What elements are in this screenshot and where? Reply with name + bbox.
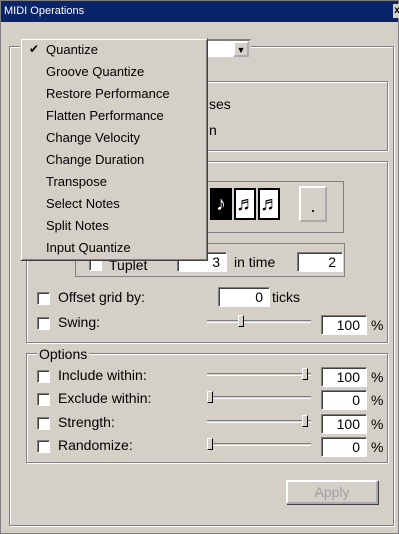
exclude-within-unit: % xyxy=(371,392,384,408)
offset-grid-field[interactable]: 0 xyxy=(218,287,270,307)
title-bar: MIDI Operations x xyxy=(1,1,399,22)
window-title: MIDI Operations xyxy=(4,5,85,17)
scope-option-1-text: ses xyxy=(209,96,231,112)
swing-field[interactable]: 100 xyxy=(321,315,367,335)
menu-item-label: Input Quantize xyxy=(46,240,131,255)
slider-thumb[interactable] xyxy=(238,315,244,327)
randomize-label: Randomize: xyxy=(58,437,133,453)
swing-label: Swing: xyxy=(58,314,101,330)
operation-dropdown-menu: ✔ Quantize Groove Quantize Restore Perfo… xyxy=(20,38,208,261)
slider-track xyxy=(207,320,311,323)
menu-item-groove-quantize[interactable]: Groove Quantize xyxy=(21,61,207,82)
randomize-slider[interactable] xyxy=(207,437,311,453)
randomize-field[interactable]: 0 xyxy=(321,437,367,457)
offset-grid-checkbox[interactable] xyxy=(37,292,50,305)
options-group-title: Options xyxy=(37,346,90,362)
strength-unit: % xyxy=(371,416,384,432)
menu-item-label: Flatten Performance xyxy=(46,108,164,123)
randomize-checkbox[interactable] xyxy=(37,440,50,453)
midi-operations-window: MIDI Operations x ▼ ses n ♪ ♬ ♬ . Tuplet… xyxy=(0,0,399,534)
sixteenth-note-button[interactable]: ♬ xyxy=(234,188,256,220)
dotted-note-button[interactable]: . xyxy=(299,186,327,222)
menu-item-change-velocity[interactable]: Change Velocity xyxy=(21,127,207,148)
slider-track xyxy=(207,443,311,446)
strength-slider[interactable] xyxy=(207,414,311,430)
menu-item-restore-performance[interactable]: Restore Performance xyxy=(21,83,207,104)
exclude-within-field[interactable]: 0 xyxy=(321,390,367,410)
swing-unit-label: % xyxy=(371,317,384,333)
slider-thumb[interactable] xyxy=(207,438,213,450)
menu-item-input-quantize[interactable]: Input Quantize xyxy=(21,237,207,258)
close-button[interactable]: x xyxy=(393,4,399,18)
include-within-field[interactable]: 100 xyxy=(321,367,367,387)
operation-dropdown[interactable]: ▼ xyxy=(207,39,251,59)
menu-item-quantize[interactable]: ✔ Quantize xyxy=(21,39,207,60)
thirtysecond-note-button[interactable]: ♬ xyxy=(258,188,280,220)
exclude-within-slider[interactable] xyxy=(207,390,311,406)
offset-grid-label: Offset grid by: xyxy=(58,289,145,305)
include-within-slider[interactable] xyxy=(207,367,311,383)
scope-option-2-text: n xyxy=(209,122,217,138)
include-within-label: Include within: xyxy=(58,367,147,383)
slider-thumb[interactable] xyxy=(207,391,213,403)
swing-checkbox[interactable] xyxy=(37,317,50,330)
slider-track xyxy=(207,373,311,376)
eighth-note-button[interactable]: ♪ xyxy=(210,188,232,220)
menu-item-label: Groove Quantize xyxy=(46,64,145,79)
strength-field[interactable]: 100 xyxy=(321,414,367,434)
menu-item-flatten-performance[interactable]: Flatten Performance xyxy=(21,105,207,126)
menu-item-label: Split Notes xyxy=(46,218,109,233)
offset-unit-label: ticks xyxy=(272,289,300,305)
slider-thumb[interactable] xyxy=(302,415,308,427)
menu-item-split-notes[interactable]: Split Notes xyxy=(21,215,207,236)
exclude-within-label: Exclude within: xyxy=(58,390,152,406)
menu-item-select-notes[interactable]: Select Notes xyxy=(21,193,207,214)
menu-item-label: Transpose xyxy=(46,174,107,189)
checkmark-icon: ✔ xyxy=(29,42,40,56)
include-within-unit: % xyxy=(371,369,384,385)
menu-item-label: Change Velocity xyxy=(46,130,140,145)
chevron-down-icon[interactable]: ▼ xyxy=(233,41,249,57)
strength-checkbox[interactable] xyxy=(37,417,50,430)
slider-thumb[interactable] xyxy=(302,368,308,380)
slider-track xyxy=(207,420,311,423)
menu-item-label: Restore Performance xyxy=(46,86,170,101)
include-within-checkbox[interactable] xyxy=(37,370,50,383)
tuplet-time-field[interactable]: 2 xyxy=(297,252,343,272)
menu-item-label: Select Notes xyxy=(46,196,120,211)
menu-item-change-duration[interactable]: Change Duration xyxy=(21,149,207,170)
apply-button[interactable]: Apply xyxy=(286,480,378,504)
menu-item-label: Change Duration xyxy=(46,152,145,167)
randomize-unit: % xyxy=(371,439,384,455)
menu-item-transpose[interactable]: Transpose xyxy=(21,171,207,192)
swing-slider[interactable] xyxy=(207,314,311,330)
slider-track xyxy=(207,396,311,399)
strength-label: Strength: xyxy=(58,414,115,430)
in-time-label: in time xyxy=(234,254,276,270)
exclude-within-checkbox[interactable] xyxy=(37,393,50,406)
menu-item-label: Quantize xyxy=(46,42,99,57)
